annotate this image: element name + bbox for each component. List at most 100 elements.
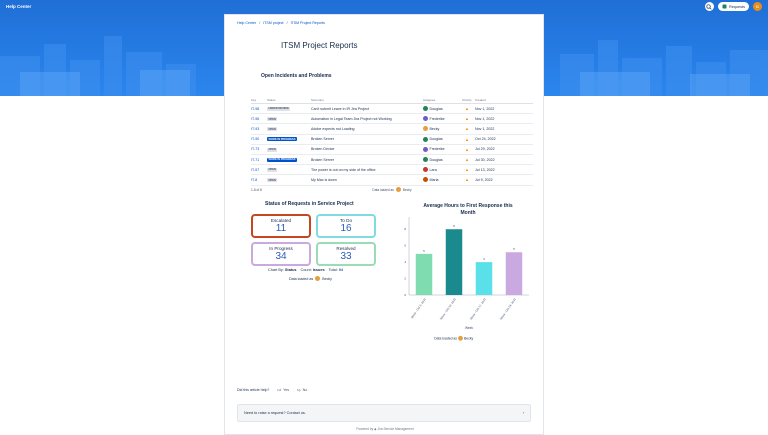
- avatar: [423, 126, 428, 132]
- x-tick-label: Week - Oct 3, 2022: [410, 297, 427, 319]
- avatar: [423, 116, 428, 122]
- x-axis-label: Week: [465, 326, 473, 330]
- issue-key-link[interactable]: IT-96: [251, 117, 267, 121]
- priority-cell: ▲: [459, 106, 475, 111]
- col-key[interactable]: Key: [251, 98, 267, 102]
- profile-avatar[interactable]: B: [753, 2, 762, 11]
- summary-cell: My Mac is down: [311, 177, 337, 182]
- table-row[interactable]: IT-98 Under review Can't submit Leave in I…: [251, 104, 533, 115]
- status-box-in-progress[interactable]: In Progress 34: [251, 242, 311, 266]
- summary-cell: Broken Device: [311, 147, 335, 152]
- powered-product[interactable]: Jira Service Management: [377, 427, 413, 431]
- help-center-title[interactable]: Help Center: [6, 4, 31, 9]
- issue-key-link[interactable]: IT-57: [251, 168, 267, 172]
- col-assignee[interactable]: Assignee: [423, 98, 459, 102]
- table-row[interactable]: IT-71 Work in progress Broken Server Dougla…: [251, 155, 533, 166]
- status-box-value: 34: [275, 251, 287, 262]
- chart-title-line-2: Month: [461, 210, 476, 216]
- priority-medium-icon: ▲: [465, 136, 469, 142]
- breadcrumb-itsm-project[interactable]: ITSM project: [263, 21, 283, 25]
- summary-cell: Adobe expects not Loading: [311, 126, 355, 131]
- created-cell: Jul 29, 2022: [475, 147, 495, 152]
- issue-key-link[interactable]: IT-98: [251, 107, 267, 111]
- issue-key-link[interactable]: IT-73: [251, 147, 267, 151]
- search-button[interactable]: [704, 2, 714, 11]
- x-tick-label: Week - Oct 17, 2022: [469, 297, 487, 321]
- table-row[interactable]: IT-73 Open Broken Device Frederike ▲ Jul 29, …: [251, 145, 533, 155]
- issue-key-link[interactable]: IT-93: [251, 127, 267, 131]
- priority-medium-icon: ▲: [465, 146, 469, 152]
- assignee-name: Douglas: [429, 157, 443, 162]
- status-cell: Open: [267, 147, 311, 152]
- table-row[interactable]: IT-8 Open My Mac is down Maria ▲ Jul 9, 2022: [251, 175, 533, 186]
- status-box-to-do[interactable]: To Do 16: [316, 214, 376, 238]
- priority-medium-icon: ▲: [465, 167, 469, 173]
- status-lozenge: Open: [267, 117, 278, 122]
- page-title: ITSM Project Reports: [281, 41, 358, 50]
- created-cell: Jul 13, 2022: [475, 167, 495, 172]
- summary-cell: Automation in Legal Team Jira Project no…: [311, 116, 392, 121]
- avatar: [423, 106, 428, 112]
- total-value: 94: [338, 268, 343, 272]
- issue-key-link[interactable]: IT-71: [251, 158, 267, 162]
- priority-cell: ▲: [459, 126, 475, 131]
- powered-by: Powered by ◆ Jira Service Management: [225, 427, 545, 431]
- y-tick-label: 2: [404, 277, 406, 281]
- thumbs-up-icon: 👍︎: [277, 388, 282, 392]
- col-summary[interactable]: Summary: [311, 98, 423, 102]
- avatar: [423, 177, 428, 183]
- assignee-name: Douglas: [429, 106, 443, 111]
- issue-key-link[interactable]: IT-8: [251, 178, 267, 182]
- feedback-question: Did this article help?: [237, 388, 270, 392]
- priority-medium-icon: ▲: [465, 126, 469, 132]
- contact-us-link[interactable]: Need to raise a request? Contact us. ›: [237, 404, 531, 422]
- feedback-no-button[interactable]: 👎︎ No: [297, 388, 307, 392]
- status-box-value: 33: [340, 251, 352, 262]
- breadcrumb-itsm-reports[interactable]: ITSM Project Reports: [291, 21, 325, 25]
- table-row[interactable]: IT-96 Open Automation in Legal Team Jira P…: [251, 114, 533, 125]
- total-label: Total:: [328, 268, 338, 272]
- status-box-resolved[interactable]: Resolved 33: [316, 242, 376, 266]
- status-lozenge: Open: [267, 147, 278, 152]
- col-created[interactable]: Created: [475, 98, 505, 102]
- assignee-cell: Becky: [423, 126, 459, 132]
- requests-button[interactable]: Requests: [717, 2, 749, 11]
- requests-label: Requests: [728, 4, 745, 9]
- created-cell: Jul 30, 2022: [475, 157, 495, 162]
- status-loaded-text: Data loaded as: [289, 276, 314, 281]
- avatar: [423, 136, 428, 142]
- assignee-name: Frederike: [429, 116, 445, 121]
- col-status[interactable]: Status: [267, 98, 311, 102]
- avatar: [423, 167, 428, 173]
- assignee-name: Douglas: [429, 137, 443, 142]
- table-row[interactable]: IT-57 Open The power is out on my side of …: [251, 165, 533, 176]
- table-row[interactable]: IT-90 Work in progress Broken Server Dougla…: [251, 135, 533, 145]
- feedback-yes-button[interactable]: 👍︎ Yes: [277, 388, 289, 392]
- incidents-table: Key Status Summary Assignee Priority Cre…: [251, 97, 533, 186]
- issue-key-link[interactable]: IT-90: [251, 137, 267, 141]
- avatar: [423, 157, 428, 163]
- status-lozenge: Under review: [267, 106, 291, 111]
- priority-medium-icon: ▲: [465, 157, 469, 163]
- search-icon: [706, 3, 713, 10]
- table-row[interactable]: IT-93 Open Adobe expects not Loading Becky ▲…: [251, 124, 533, 135]
- breadcrumb-help-center[interactable]: Help Center: [237, 21, 256, 25]
- assignee-name: Maria: [429, 177, 439, 182]
- assignee-name: Frederike: [429, 147, 445, 152]
- assignee-cell: Frederike: [423, 146, 459, 152]
- priority-cell: ▲: [459, 116, 475, 121]
- summary-cell: The power is out on my side of the offic…: [311, 167, 376, 172]
- table-loaded-user: Becky: [402, 187, 412, 192]
- assignee-cell: Lara: [423, 167, 459, 173]
- status-cell: Open: [267, 178, 311, 183]
- status-box-value: 16: [340, 223, 352, 234]
- assignee-cell: Frederike: [423, 116, 459, 122]
- col-priority[interactable]: Priority: [459, 98, 475, 102]
- table-loaded-text: Data loaded as: [372, 187, 394, 192]
- assignee-cell: Douglas: [423, 157, 459, 163]
- status-box-escalated[interactable]: Escalated 11: [251, 214, 311, 238]
- assignee-cell: Maria: [423, 177, 459, 183]
- created-cell: Jul 9, 2022: [475, 177, 493, 182]
- chevron-right-icon: ›: [522, 411, 524, 415]
- priority-cell: ▲: [459, 177, 475, 182]
